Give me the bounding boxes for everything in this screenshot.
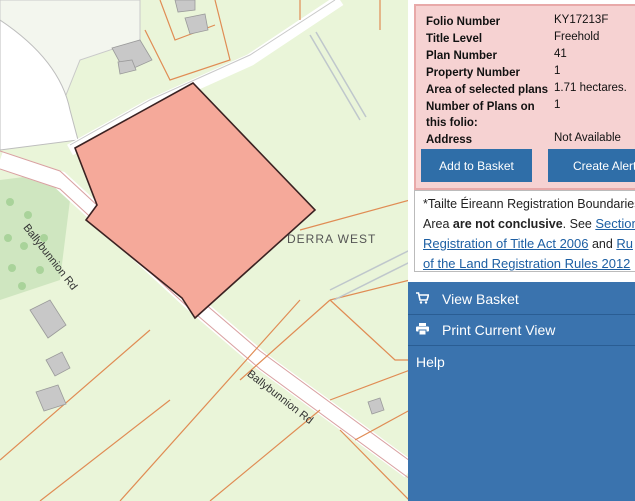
disclaimer-line: Registration of Title Act 2006 and Ru	[423, 236, 633, 251]
print-view-item[interactable]: Print Current View	[408, 315, 635, 346]
disclaimer-line: Area are not conclusive. See Section 62	[423, 214, 635, 234]
view-basket-item[interactable]: View Basket	[408, 284, 635, 315]
folio-info-box: Folio Number KY17213F Title Level Freeho…	[414, 4, 635, 190]
add-to-basket-button[interactable]: Add to Basket	[421, 149, 532, 182]
view-basket-label: View Basket	[442, 291, 519, 307]
rules-link[interactable]: Ru	[616, 236, 633, 251]
help-label: Help	[416, 353, 445, 370]
disclaimer-line: *Tailte Éireann Registration Boundaries …	[423, 197, 635, 211]
section-62-link[interactable]: Section 62	[595, 216, 635, 231]
side-panel: Folio Number KY17213F Title Level Freeho…	[408, 0, 635, 501]
help-item[interactable]: Help	[408, 346, 635, 377]
create-alert-button[interactable]: Create Alert	[548, 149, 635, 182]
registration-act-link[interactable]: Registration of Title Act 2006	[423, 236, 588, 251]
townland-label: DERRA WEST	[287, 232, 377, 246]
action-menu: View Basket Print Current View Help	[408, 282, 635, 501]
disclaimer-box: *Tailte Éireann Registration Boundaries …	[414, 190, 635, 272]
map-canvas[interactable]	[0, 0, 410, 501]
print-view-label: Print Current View	[442, 322, 556, 338]
map-view[interactable]: Ballybunnion Rd Ballybunnion Rd DERRA WE…	[0, 0, 410, 501]
land-registration-rules-link[interactable]: of the Land Registration Rules 2012	[423, 256, 630, 271]
cart-icon	[416, 291, 430, 307]
print-icon	[416, 322, 429, 338]
disclaimer-line: of the Land Registration Rules 2012	[423, 254, 635, 271]
